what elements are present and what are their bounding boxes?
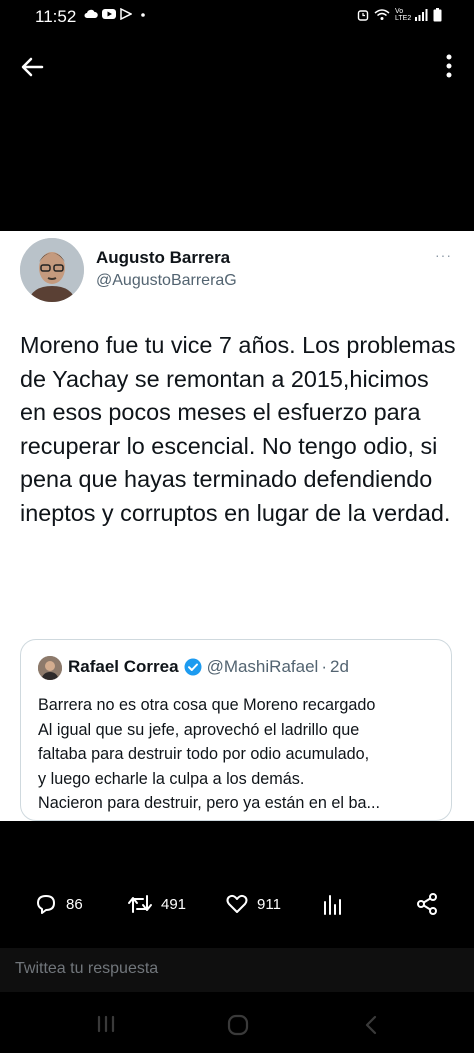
quoted-author-name: Rafael Correa bbox=[68, 657, 179, 676]
youtube-icon bbox=[102, 9, 116, 19]
reply-bubble-icon bbox=[37, 895, 55, 914]
author-handle[interactable]: @AugustoBarreraG bbox=[96, 272, 237, 290]
retweet-button[interactable]: 491 bbox=[127, 892, 186, 916]
quoted-author-handle: @MashiRafael bbox=[206, 657, 319, 676]
author-avatar[interactable] bbox=[20, 238, 84, 302]
home-button[interactable] bbox=[226, 1014, 250, 1041]
back-button[interactable] bbox=[18, 52, 48, 82]
recent-apps-icon bbox=[97, 1015, 115, 1033]
heart-icon bbox=[226, 894, 248, 913]
quoted-text-line: Barrera no es otra cosa que Moreno recar… bbox=[38, 696, 376, 714]
top-bar bbox=[0, 42, 474, 90]
signal-icon bbox=[415, 9, 428, 21]
reply-button[interactable]: 86 bbox=[34, 892, 83, 916]
reply-placeholder: Twittea tu respuesta bbox=[15, 960, 159, 977]
more-options-button[interactable] bbox=[444, 52, 454, 80]
kebab-menu-icon bbox=[446, 54, 452, 78]
system-nav-bar bbox=[0, 1000, 474, 1053]
like-button[interactable]: 911 bbox=[225, 892, 281, 916]
quoted-text-line: Al igual que su jefe, aprovechó el ladri… bbox=[38, 720, 360, 739]
reply-count: 86 bbox=[66, 895, 83, 913]
tweet-actions-bar: 86 491 911 bbox=[0, 892, 474, 932]
quoted-text-line: y luego echarle la culpa a los demás. bbox=[38, 769, 305, 788]
status-system-icons: Vo LTE2 bbox=[357, 8, 442, 22]
battery-icon bbox=[433, 8, 442, 22]
author-name[interactable]: Augusto Barrera bbox=[96, 248, 230, 268]
quoted-tweet-text: Barrera no es otra cosa que Moreno recar… bbox=[38, 693, 443, 816]
status-bar: 11:52 Vo LTE2 bbox=[0, 0, 474, 36]
retweet-icon bbox=[128, 895, 152, 913]
tweet-text: Moreno fue tu vice 7 años. Los problemas… bbox=[20, 332, 456, 526]
verified-badge-icon bbox=[184, 658, 202, 676]
quoted-text-line: faltaba para destruir todo por odio acum… bbox=[38, 745, 370, 763]
person-photo-icon bbox=[20, 238, 84, 302]
home-icon bbox=[227, 1014, 249, 1036]
reply-input[interactable]: Twittea tu respuesta bbox=[0, 948, 474, 992]
status-notification-icons bbox=[84, 8, 146, 20]
back-arrow-icon bbox=[21, 57, 44, 77]
quoted-tweet-time: 2d bbox=[329, 657, 349, 676]
separator-dot: · bbox=[321, 657, 327, 676]
like-count: 911 bbox=[257, 895, 281, 913]
tweet-card: Augusto Barrera @AugustoBarreraG ··· Mor… bbox=[0, 231, 474, 821]
quoted-tweet-header: Rafael Correa @MashiRafael · 2d bbox=[68, 657, 349, 677]
dot-icon bbox=[141, 13, 145, 17]
status-time: 11:52 bbox=[35, 7, 77, 26]
analytics-icon bbox=[324, 895, 341, 915]
share-button[interactable] bbox=[415, 892, 439, 916]
play-store-icon bbox=[120, 8, 132, 20]
cloud-icon bbox=[84, 9, 98, 18]
quoted-text-line: Nacieron para destruir, pero ya están en… bbox=[38, 794, 380, 812]
analytics-button[interactable] bbox=[322, 892, 344, 916]
tweet-more-button[interactable]: ··· bbox=[435, 247, 452, 263]
chevron-left-icon bbox=[365, 1015, 377, 1035]
person-photo-icon bbox=[38, 656, 62, 680]
wifi-icon bbox=[374, 9, 390, 20]
quoted-author-avatar bbox=[38, 656, 62, 680]
recent-apps-button[interactable] bbox=[95, 1014, 117, 1039]
system-back-button[interactable] bbox=[362, 1014, 380, 1041]
retweet-count: 491 bbox=[161, 895, 187, 913]
share-icon bbox=[417, 893, 437, 915]
quoted-tweet[interactable]: Rafael Correa @MashiRafael · 2d Barrera … bbox=[20, 639, 452, 821]
alarm-icon bbox=[357, 10, 369, 21]
network-label: Vo LTE2 bbox=[395, 8, 412, 22]
